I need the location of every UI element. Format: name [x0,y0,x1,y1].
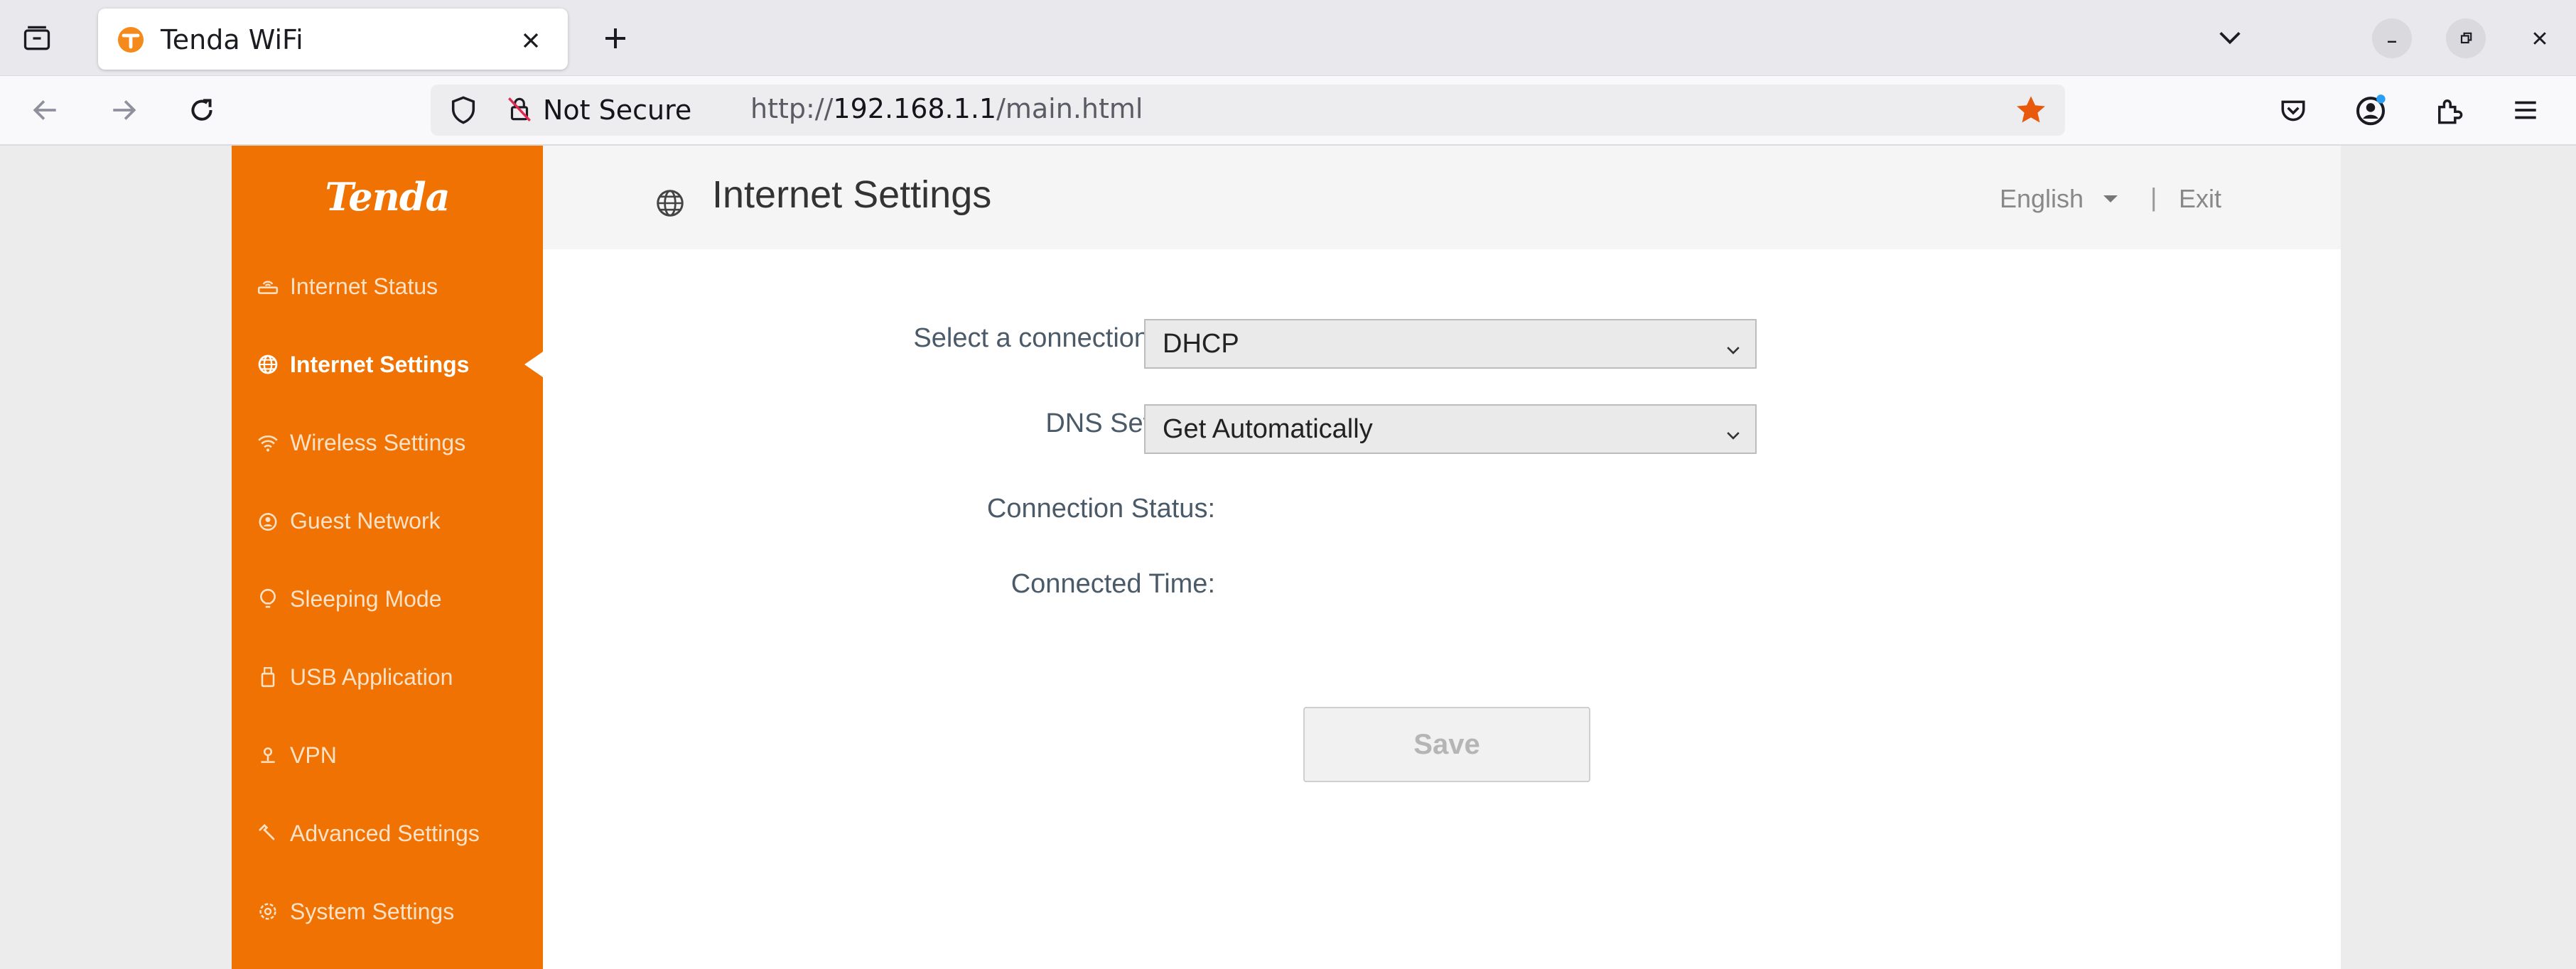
reload-icon[interactable] [182,90,222,130]
site-security-indicator[interactable]: Not Secure [499,92,701,129]
sidebar-item-label: Advanced Settings [290,820,480,846]
close-window-icon[interactable] [2520,18,2560,58]
forward-arrow-icon[interactable] [104,90,144,130]
not-secure-label: Not Secure [543,94,692,126]
close-tab-icon[interactable] [513,23,549,58]
bookmark-star-icon[interactable] [2014,93,2048,127]
caret-down-icon [2103,195,2118,202]
chevron-down-icon [1724,421,1742,440]
sidebar-item-sleeping-mode[interactable]: Sleeping Mode [232,570,543,627]
sidebar-item-label: USB Application [290,664,453,690]
web-page: Tenda Internet Status Internet Settings … [0,146,2576,969]
minimize-window-icon[interactable] [2372,18,2412,58]
dns-settings-value: Get Automatically [1163,413,1373,444]
globe-icon [654,187,686,220]
dns-settings-select[interactable]: Get Automatically [1144,404,1757,454]
back-arrow-icon[interactable] [26,90,65,130]
guest-network-icon [256,509,280,533]
globe-icon [256,352,280,377]
connection-status-label: Connection Status: [986,494,1215,524]
browser-tab[interactable]: Tenda WiFi [98,9,568,70]
tenda-favicon-icon [117,26,145,54]
sidebar-item-label: System Settings [290,898,455,924]
new-tab-plus-icon[interactable] [596,18,635,58]
connection-type-value: DHCP [1163,328,1239,359]
active-indicator-notch [524,352,543,377]
page-title: Internet Settings [712,173,992,216]
url-text[interactable]: http://192.168.1.1/main.html [750,93,1143,124]
sidebar-item-internet-settings[interactable]: Internet Settings [232,336,543,393]
hamburger-menu-icon[interactable] [2506,90,2545,130]
tab-title: Tenda WiFi [161,24,303,55]
sleep-icon [256,587,280,611]
sidebar-item-usb-application[interactable]: USB Application [232,649,543,705]
tab-overview-icon[interactable] [16,17,58,60]
language-select[interactable]: English [2000,184,2118,214]
sidebar-item-internet-status[interactable]: Internet Status [232,258,543,315]
chevron-down-icon [1724,336,1742,354]
connected-time-label: Connected Time: [1011,569,1215,599]
tenda-logo: Tenda [325,174,450,220]
sidebar-item-label: Internet Status [290,273,438,299]
url-path: /main.html [996,93,1143,124]
content-header: Internet Settings English | Exit [543,146,2341,249]
vpn-icon [256,743,280,767]
sidebar-item-label: Sleeping Mode [290,585,442,612]
chevron-down-icon[interactable] [2210,17,2250,57]
address-bar[interactable]: Not Secure http://192.168.1.1/main.html [431,85,2065,136]
sidebar-item-label: Wireless Settings [290,429,466,455]
account-avatar-icon[interactable] [2351,90,2391,130]
gear-icon [256,899,280,924]
url-scheme: http:// [750,93,834,124]
browser-tab-bar: Tenda WiFi [0,0,2576,76]
exit-link[interactable]: Exit [2179,184,2221,214]
sidebar-nav: Tenda Internet Status Internet Settings … [232,146,543,969]
restore-window-icon[interactable] [2446,18,2486,58]
header-separator: | [2150,183,2157,212]
extensions-puzzle-icon[interactable] [2429,90,2469,130]
sidebar-item-system-settings[interactable]: System Settings [232,883,543,940]
sidebar-item-label: Guest Network [290,507,441,534]
sidebar-item-label: Internet Settings [290,351,470,377]
sidebar-item-vpn[interactable]: VPN [232,727,543,784]
sidebar-item-wireless-settings[interactable]: Wireless Settings [232,414,543,471]
save-button[interactable]: Save [1303,707,1590,782]
tracking-protection-shield-icon[interactable] [448,94,479,126]
wifi-icon [256,431,280,455]
sidebar-item-advanced-settings[interactable]: Advanced Settings [232,805,543,862]
pocket-icon[interactable] [2274,92,2312,130]
router-icon [256,274,280,298]
language-label: English [2000,184,2084,213]
browser-toolbar: Not Secure http://192.168.1.1/main.html [0,76,2576,146]
url-host: 192.168.1.1 [833,93,997,124]
sidebar-item-label: VPN [290,742,337,768]
wrench-icon [256,821,280,845]
usb-icon [256,665,280,689]
insecure-lock-icon [505,94,534,126]
connection-type-select[interactable]: DHCP [1144,319,1757,369]
main-content: Internet Settings English | Exit Select … [543,146,2341,969]
sidebar-item-guest-network[interactable]: Guest Network [232,492,543,549]
